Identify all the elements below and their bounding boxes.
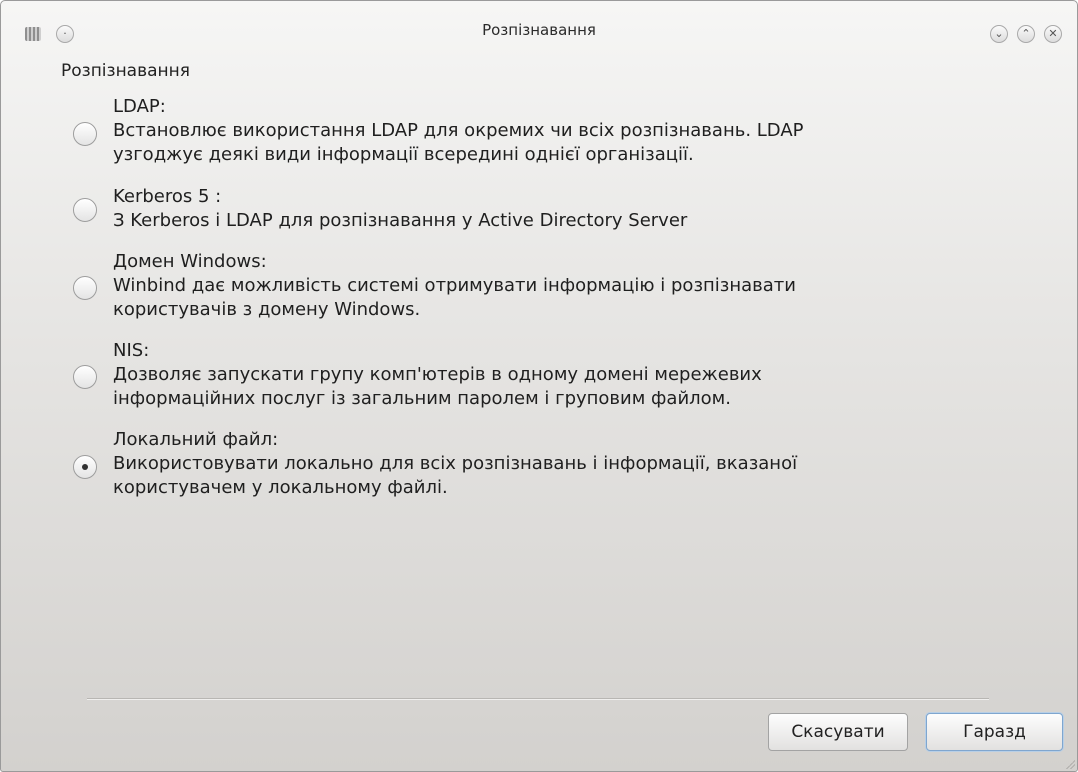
radio-local-file[interactable]	[73, 455, 97, 479]
option-ldap[interactable]: LDAP: Встановлює використання LDAP для о…	[73, 95, 973, 171]
option-ldap-title: LDAP:	[113, 96, 166, 117]
close-icon[interactable]: ✕	[1044, 25, 1062, 43]
option-local-file-text: Локальний файл: Використовувати локально…	[113, 428, 797, 500]
authentication-dialog: · Розпізнавання ⌄ ⌃ ✕ Розпізнавання LDAP…	[0, 0, 1078, 772]
button-separator	[87, 698, 989, 699]
option-windows-domain[interactable]: Домен Windows: Winbind дає можливість си…	[73, 250, 973, 326]
ok-button[interactable]: Гаразд	[926, 713, 1063, 751]
radio-nis[interactable]	[73, 365, 97, 389]
option-ldap-line2: узгоджує деякі види інформації всередині…	[113, 144, 694, 165]
radio-ldap[interactable]	[73, 122, 97, 146]
window-title: Розпізнавання	[482, 21, 596, 39]
option-ldap-text: LDAP: Встановлює використання LDAP для о…	[113, 95, 804, 167]
option-kerberos-line1: З Kerberos і LDAP для розпізнавання у Ac…	[113, 210, 688, 231]
radio-windows-domain[interactable]	[73, 276, 97, 300]
option-nis-text: NIS: Дозволяє запускати групу комп'ютері…	[113, 339, 762, 411]
option-local-file-line2: користувачем у локальному файлі.	[113, 477, 448, 498]
chevron-down-icon[interactable]: ⌄	[990, 25, 1008, 43]
option-windows-domain-line2: користувачів з домену Windows.	[113, 299, 421, 320]
option-kerberos-text: Kerberos 5 : З Kerberos і LDAP для розпі…	[113, 185, 687, 233]
option-nis[interactable]: NIS: Дозволяє запускати групу комп'ютері…	[73, 339, 973, 415]
radio-kerberos[interactable]	[73, 198, 97, 222]
option-local-file[interactable]: Локальний файл: Використовувати локально…	[73, 428, 973, 504]
option-windows-domain-title: Домен Windows:	[113, 251, 267, 272]
chevron-up-icon[interactable]: ⌃	[1017, 25, 1035, 43]
radio-selected-dot	[82, 464, 88, 470]
option-local-file-line1: Використовувати локально для всіх розпіз…	[113, 453, 798, 474]
resize-grip-icon[interactable]	[1065, 759, 1075, 769]
option-local-file-title: Локальний файл:	[113, 429, 279, 450]
option-windows-domain-line1: Winbind дає можливість системі отримуват…	[113, 275, 796, 296]
option-kerberos-title: Kerberos 5 :	[113, 186, 222, 207]
group-label: Розпізнавання	[61, 61, 190, 81]
title-bar[interactable]: · Розпізнавання ⌄ ⌃ ✕	[1, 1, 1077, 57]
option-windows-domain-text: Домен Windows: Winbind дає можливість си…	[113, 250, 796, 322]
option-kerberos[interactable]: Kerberos 5 : З Kerberos і LDAP для розпі…	[73, 185, 973, 237]
option-ldap-line1: Встановлює використання LDAP для окремих…	[113, 120, 804, 141]
cancel-button[interactable]: Скасувати	[768, 713, 908, 751]
option-nis-line2: інформаційних послуг із загальним пароле…	[113, 388, 731, 409]
option-nis-title: NIS:	[113, 340, 150, 361]
option-nis-line1: Дозволяє запускати групу комп'ютерів в о…	[113, 364, 762, 385]
